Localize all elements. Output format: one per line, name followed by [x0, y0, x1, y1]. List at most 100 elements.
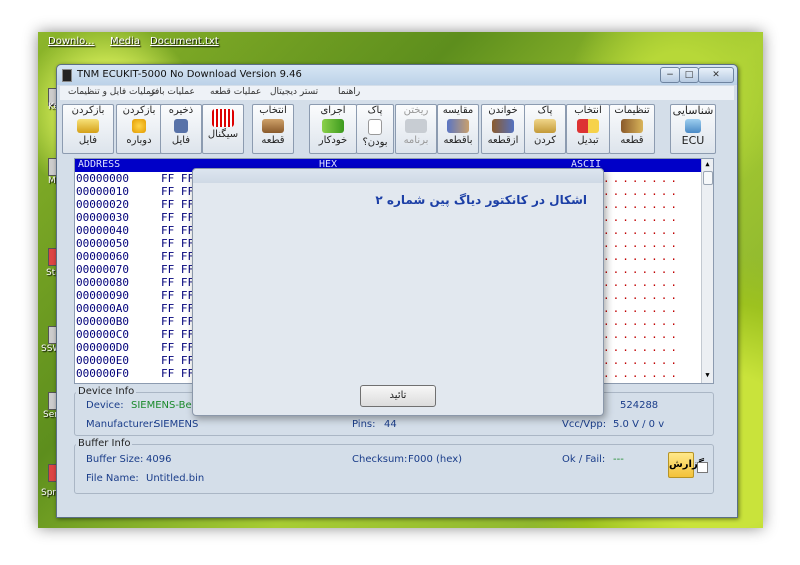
- row-address: 00000010: [76, 185, 129, 198]
- vcc-value: 5.0 V / 0 v: [613, 419, 665, 430]
- menu-help[interactable]: راهنما: [338, 87, 360, 97]
- button-label: فایل: [171, 135, 191, 146]
- convert-button[interactable]: انتخاب تبدیل: [566, 104, 610, 154]
- button-label: کردن: [533, 135, 557, 146]
- row-hex: FF FF: [161, 237, 195, 250]
- title-bar[interactable]: TNM ECUKIT-5000 No Download Version 9.46…: [57, 65, 737, 85]
- desktop-shortcut-label: M: [48, 176, 56, 186]
- size-value: 524288: [620, 400, 659, 411]
- minimize-button[interactable]: −: [660, 67, 680, 83]
- chip-settings-button[interactable]: تنظیمات قطعه: [609, 104, 655, 154]
- desktop-link-document[interactable]: Document.txt: [150, 36, 219, 47]
- row-ascii: ........: [603, 211, 680, 224]
- row-ascii: ........: [603, 276, 680, 289]
- manufacturer-value: SIEMENS: [154, 419, 199, 430]
- row-address: 00000020: [76, 198, 129, 211]
- button-label: تبدیل: [577, 135, 599, 146]
- row-address: 00000040: [76, 224, 129, 237]
- row-hex: FF FF: [161, 185, 195, 198]
- button-label: قطعه: [261, 135, 285, 146]
- ok-button[interactable]: تائید: [360, 385, 436, 407]
- menu-digital-tester[interactable]: تستر دیجیتال: [270, 87, 318, 97]
- button-label: انتخاب: [259, 105, 287, 116]
- button-label: ECU: [681, 134, 705, 147]
- button-label: فایل: [78, 135, 98, 146]
- menu-buffer[interactable]: عملیات بافر: [150, 87, 195, 97]
- button-label: ازقطعه: [487, 135, 519, 146]
- file-name-label: File Name:: [86, 473, 139, 484]
- dialog-title-bar[interactable]: [193, 169, 603, 183]
- menu-chip[interactable]: عملیات قطعه: [210, 87, 261, 97]
- row-ascii: ........: [603, 172, 680, 185]
- save-icon: [174, 119, 188, 133]
- scroll-thumb[interactable]: [703, 171, 713, 185]
- signal-button[interactable]: سیگنال: [202, 104, 244, 154]
- button-label: مقایسه: [442, 105, 474, 116]
- folder-icon: [77, 119, 99, 133]
- buffer-size-label: Buffer Size:: [86, 454, 144, 465]
- row-ascii: ........: [603, 198, 680, 211]
- row-hex: FF FF: [161, 328, 195, 341]
- convert-icon: [577, 119, 599, 133]
- button-label: بودن؟: [362, 137, 388, 148]
- maximize-button[interactable]: □: [679, 67, 699, 83]
- row-hex: FF FF: [161, 289, 195, 302]
- manufacturer-label: Manufacturer:: [86, 419, 157, 430]
- row-address: 00000000: [76, 172, 129, 185]
- row-hex: FF FF: [161, 211, 195, 224]
- settings-icon: [621, 119, 643, 133]
- button-label: قطعه: [620, 135, 644, 146]
- signal-icon: [212, 109, 234, 127]
- row-hex: FF FF: [161, 302, 195, 315]
- save-file-button[interactable]: ذخیره فایل: [160, 104, 202, 154]
- row-hex: FF FF: [161, 224, 195, 237]
- reopen-button[interactable]: بازکردن دوباره: [116, 104, 162, 154]
- blank-check-button[interactable]: پاک بودن؟: [356, 104, 394, 154]
- row-ascii: ........: [603, 354, 680, 367]
- row-ascii: ........: [603, 224, 680, 237]
- row-ascii: ........: [603, 328, 680, 341]
- header-address: ADDRESS: [78, 159, 121, 170]
- compare-button[interactable]: مقایسه باقطعه: [437, 104, 479, 154]
- desktop-link-downloads[interactable]: Downlo...: [48, 36, 95, 47]
- erase-button[interactable]: پاک کردن: [524, 104, 566, 154]
- checksum-value: F000 (hex): [408, 454, 463, 465]
- row-hex: FF FF: [161, 367, 195, 380]
- device-info-title: Device Info: [76, 386, 137, 397]
- report-checkbox[interactable]: [697, 462, 708, 473]
- okfail-label: Ok / Fail:: [562, 454, 606, 465]
- row-ascii: ........: [603, 185, 680, 198]
- row-address: 00000050: [76, 237, 129, 250]
- desktop-link-media[interactable]: Media: [110, 36, 140, 47]
- row-hex: FF FF: [161, 315, 195, 328]
- row-address: 000000B0: [76, 315, 129, 328]
- row-hex: FF FF: [161, 172, 195, 185]
- open-file-button[interactable]: بازکردن فایل: [62, 104, 114, 154]
- report-icon[interactable]: گزارش: [668, 452, 704, 478]
- row-address: 000000E0: [76, 354, 129, 367]
- read-chip-button[interactable]: خواندن ازقطعه: [481, 104, 525, 154]
- button-label: پاک: [367, 105, 383, 116]
- ecu-identify-button[interactable]: شناسایی ECU: [670, 104, 716, 154]
- auto-run-button[interactable]: اجرای خودکار: [309, 104, 357, 154]
- app-icon: [62, 69, 72, 82]
- row-hex: FF FF: [161, 276, 195, 289]
- row-hex: FF FF: [161, 198, 195, 211]
- button-label: ریختن: [403, 105, 429, 116]
- program-button[interactable]: ریختن برنامه: [395, 104, 437, 154]
- button-label: تنظیمات: [614, 105, 650, 116]
- row-ascii: ........: [603, 341, 680, 354]
- compare-icon: [447, 119, 469, 133]
- row-address: 00000060: [76, 250, 129, 263]
- row-hex: FF FF: [161, 341, 195, 354]
- select-chip-button[interactable]: انتخاب قطعه: [252, 104, 294, 154]
- vertical-scrollbar[interactable]: ▲ ▼: [701, 159, 713, 383]
- button-label: سیگنال: [207, 129, 239, 140]
- scroll-down-icon[interactable]: ▼: [703, 371, 712, 380]
- close-button[interactable]: ✕: [698, 67, 734, 83]
- read-icon: [492, 119, 514, 133]
- row-ascii: ........: [603, 302, 680, 315]
- menu-file-settings[interactable]: عملیات فایل و تنظیمات: [68, 87, 157, 97]
- button-label: خودکار: [318, 135, 348, 146]
- scroll-up-icon[interactable]: ▲: [703, 160, 712, 169]
